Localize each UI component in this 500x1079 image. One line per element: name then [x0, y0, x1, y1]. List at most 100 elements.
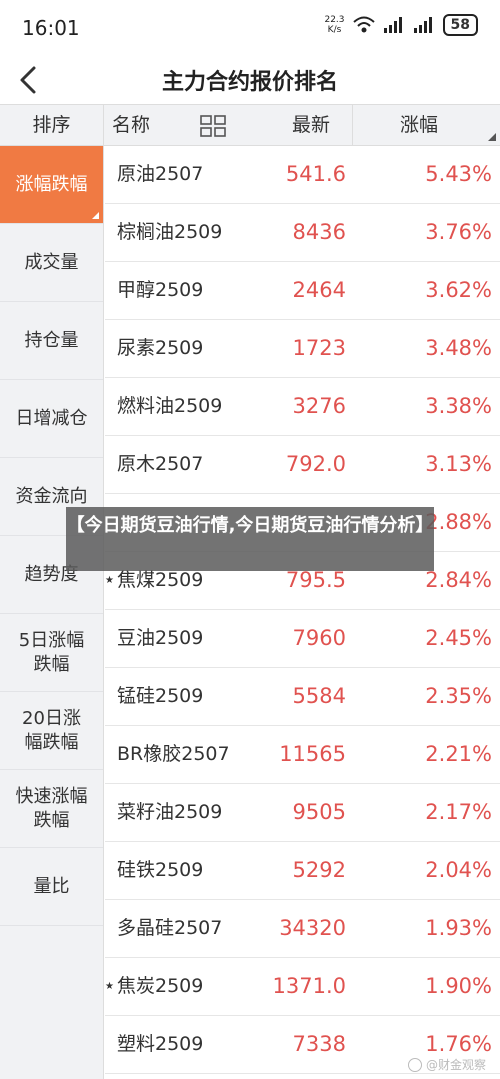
- contract-name: 菜籽油2509: [117, 801, 223, 823]
- change-percent: 1.93%: [425, 916, 492, 940]
- sort-header: 排序: [0, 105, 104, 145]
- status-icons: 22.3 K/s 58: [324, 14, 478, 36]
- sidebar-item-label: 20日涨 幅跌幅: [22, 707, 81, 753]
- signal-icon: [383, 17, 402, 33]
- latest-price: 1371.0: [272, 974, 346, 998]
- page-title: 主力合约报价排名: [161, 70, 338, 95]
- sidebar-item-open-interest[interactable]: 持仓量: [0, 302, 103, 380]
- network-speed-value: 22.3: [324, 15, 345, 25]
- change-percent: 2.45%: [425, 626, 492, 650]
- contract-name: 豆油2509: [117, 627, 204, 649]
- status-time: 16:01: [22, 16, 80, 40]
- status-bar: 16:01 22.3 K/s 58: [0, 0, 500, 56]
- table-row[interactable]: ★ 焦炭2509 1371.0 1.90%: [105, 958, 500, 1016]
- change-percent: 1.90%: [425, 974, 492, 998]
- sidebar-item-daily-position-change[interactable]: 日增减仓: [0, 380, 103, 458]
- change-percent: 2.84%: [425, 568, 492, 592]
- sidebar-item-label: 持仓量: [24, 329, 79, 351]
- change-percent: 5.43%: [425, 162, 492, 186]
- table-header: 排序 名称 最新 涨幅: [0, 104, 500, 146]
- grid-view-icon[interactable]: [200, 115, 226, 137]
- contract-name: 塑料2509: [117, 1033, 204, 1055]
- article-title-overlay: 【今日期货豆油行情,今日期货豆油行情分析】: [66, 507, 434, 571]
- name-column-header: 名称: [112, 114, 151, 136]
- latest-price: 34320: [279, 916, 346, 940]
- contract-name: 锰硅2509: [117, 685, 204, 707]
- sort-indicator-icon: [488, 133, 496, 141]
- latest-price: 541.6: [285, 162, 346, 186]
- contract-name: 尿素2509: [117, 337, 204, 359]
- table-row[interactable]: 菜籽油2509 9505 2.17%: [105, 784, 500, 842]
- change-percent: 2.88%: [425, 510, 492, 534]
- change-percent: 3.48%: [425, 336, 492, 360]
- latest-price: 3276: [292, 394, 346, 418]
- sidebar-item-volume[interactable]: 成交量: [0, 224, 103, 302]
- watermark: @财金观察: [407, 1056, 486, 1073]
- network-speed-unit: K/s: [327, 25, 342, 35]
- table-row[interactable]: 棕榈油2509 8436 3.76%: [105, 204, 500, 262]
- contract-name: 原油2507: [117, 163, 204, 185]
- contract-name: 燃料油2509: [117, 395, 223, 417]
- sidebar-item-fast-change[interactable]: 快速涨幅 跌幅: [0, 770, 103, 848]
- contract-name: 多晶硅2507: [117, 917, 223, 939]
- change-percent: 2.04%: [425, 858, 492, 882]
- battery-icon: 58: [442, 14, 478, 36]
- table-row[interactable]: 尿素2509 1723 3.48%: [105, 320, 500, 378]
- contract-name: 棕榈油2509: [117, 221, 223, 243]
- quote-list: 原油2507 541.6 5.43% 棕榈油2509 8436 3.76% 甲醇2509…: [105, 146, 500, 1074]
- latest-price: 8436: [292, 220, 346, 244]
- table-row[interactable]: 甲醇2509 2464 3.62%: [105, 262, 500, 320]
- latest-price: 1723: [292, 336, 346, 360]
- latest-price: 2464: [292, 278, 346, 302]
- table-row[interactable]: 多晶硅2507 34320 1.93%: [105, 900, 500, 958]
- watermark-text: @财金观察: [425, 1058, 486, 1072]
- table-row[interactable]: 燃料油2509 3276 3.38%: [105, 378, 500, 436]
- contract-name: 硅铁2509: [117, 859, 204, 881]
- network-speed: 22.3 K/s: [324, 15, 344, 35]
- change-percent: 2.35%: [425, 684, 492, 708]
- change-percent: 2.21%: [425, 742, 492, 766]
- sidebar-item-label: 量比: [33, 875, 70, 897]
- table-row[interactable]: 原木2507 792.0 3.13%: [105, 436, 500, 494]
- table-row[interactable]: 豆油2509 7960 2.45%: [105, 610, 500, 668]
- latest-price: 5292: [292, 858, 346, 882]
- change-percent: 3.76%: [425, 220, 492, 244]
- contract-name: 焦炭2509: [117, 975, 204, 997]
- table-row[interactable]: 原油2507 541.6 5.43%: [105, 146, 500, 204]
- sidebar-item-label: 资金流向: [15, 485, 88, 507]
- sidebar-item-change[interactable]: 涨幅跌幅: [0, 146, 103, 224]
- latest-price: 792.0: [285, 452, 346, 476]
- latest-price: 9505: [292, 800, 346, 824]
- change-column-header[interactable]: 涨幅: [400, 105, 438, 145]
- sidebar-item-volume-ratio[interactable]: 量比: [0, 848, 103, 926]
- latest-price-column-header[interactable]: 最新: [292, 105, 330, 145]
- sidebar-item-label: 5日涨幅 跌幅: [18, 629, 85, 675]
- latest-price: 11565: [279, 742, 346, 766]
- favorite-star-icon: ★: [105, 981, 114, 992]
- signal-icon-2: [413, 17, 432, 33]
- latest-price: 5584: [292, 684, 346, 708]
- table-row[interactable]: 锰硅2509 5584 2.35%: [105, 668, 500, 726]
- contract-name: 原木2507: [117, 453, 204, 475]
- sidebar-item-label: 涨幅跌幅: [15, 173, 88, 195]
- watermark-logo-icon: [407, 1057, 422, 1072]
- table-row[interactable]: 硅铁2509 5292 2.04%: [105, 842, 500, 900]
- header-divider: [352, 105, 353, 145]
- sidebar-item-5day-change[interactable]: 5日涨幅 跌幅: [0, 614, 103, 692]
- sidebar-item-label: 日增减仓: [15, 407, 88, 429]
- contract-name: BR橡胶2507: [117, 743, 230, 765]
- sidebar: 涨幅跌幅 成交量 持仓量 日增减仓 资金流向 趋势度 5日涨幅 跌幅 20日涨 …: [0, 146, 104, 1079]
- latest-price: 7960: [292, 626, 346, 650]
- nav-bar: 主力合约报价排名: [0, 56, 500, 104]
- change-percent: 3.38%: [425, 394, 492, 418]
- change-percent: 3.13%: [425, 452, 492, 476]
- latest-price: 7338: [292, 1032, 346, 1056]
- sidebar-item-label: 成交量: [24, 251, 79, 273]
- change-percent: 2.17%: [425, 800, 492, 824]
- sidebar-item-20day-change[interactable]: 20日涨 幅跌幅: [0, 692, 103, 770]
- sidebar-item-label: 快速涨幅 跌幅: [15, 785, 88, 831]
- contract-name: 甲醇2509: [117, 279, 204, 301]
- table-row[interactable]: BR橡胶2507 11565 2.21%: [105, 726, 500, 784]
- selected-indicator-icon: [92, 212, 99, 219]
- wifi-icon: [352, 16, 375, 33]
